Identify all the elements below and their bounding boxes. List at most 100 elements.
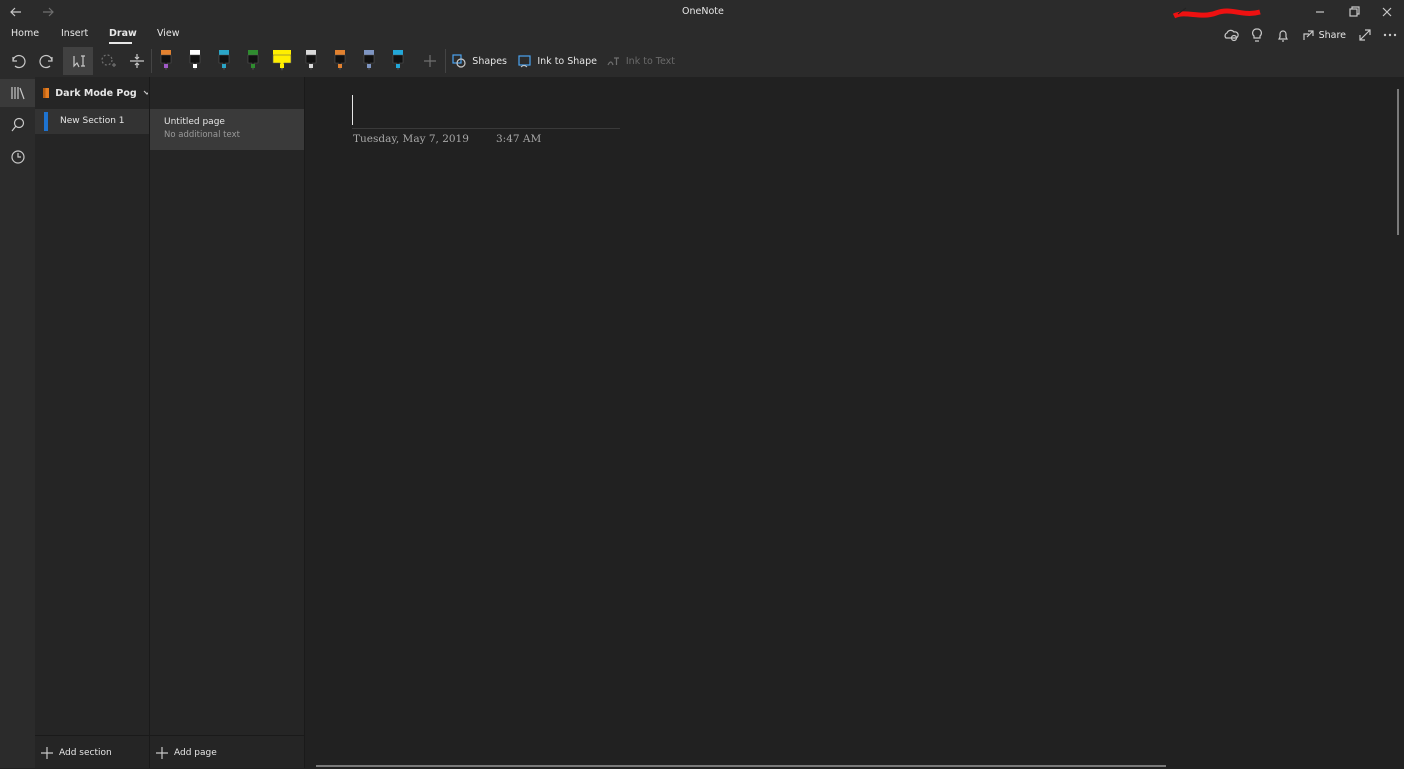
note-canvas[interactable]: Tuesday, May 7, 2019 3:47 AM — [305, 77, 1404, 768]
text-select-cursor-icon — [73, 55, 85, 68]
pen-icon — [247, 50, 259, 71]
restore-icon — [1349, 6, 1360, 17]
ink-to-shape-icon — [518, 55, 531, 68]
pen-white-button[interactable] — [183, 48, 207, 74]
toolbar-divider — [445, 49, 446, 73]
pen-green-button[interactable] — [241, 48, 265, 74]
ink-to-text-icon — [607, 57, 619, 66]
add-page-label: Add page — [174, 747, 217, 758]
sections-pane: Dark Mode Pog New Section 1 Add section — [35, 77, 150, 768]
section-label: New Section 1 — [60, 116, 125, 126]
ink-to-text-button[interactable]: Ink to Text — [605, 49, 675, 73]
fullscreen-button[interactable] — [1356, 26, 1374, 44]
back-arrow-icon — [10, 7, 21, 17]
draw-toolbar: Shapes Ink to Shape Ink to Text — [0, 46, 1404, 78]
tab-insert[interactable]: Insert — [61, 28, 88, 39]
minimize-button[interactable] — [1308, 2, 1332, 22]
notebook-name: Dark Mode Pog — [55, 87, 137, 99]
bell-icon — [1278, 30, 1288, 42]
lightbulb-icon — [1252, 28, 1262, 42]
ink-to-text-label: Ink to Text — [625, 55, 675, 67]
undo-button[interactable] — [7, 49, 29, 73]
account-name-redacted[interactable] — [1172, 6, 1262, 19]
pen-icon — [334, 50, 346, 71]
page-time: 3:47 AM — [496, 133, 542, 145]
plus-icon — [156, 746, 168, 759]
plus-icon — [41, 746, 53, 759]
add-section-button[interactable]: Add section — [35, 735, 149, 769]
share-icon — [1303, 30, 1314, 40]
pen-steel-blue-button[interactable] — [357, 48, 381, 74]
ink-to-shape-label: Ink to Shape — [537, 55, 597, 67]
active-tab-indicator — [109, 42, 132, 44]
pen-icon — [189, 50, 201, 71]
chevron-down-icon — [143, 90, 148, 95]
pen-silver-button[interactable] — [299, 48, 323, 74]
shapes-button[interactable]: Shapes — [451, 49, 507, 73]
insert-space-icon — [130, 54, 144, 68]
ribbon-tab-bar: Home Insert Draw View Share — [0, 24, 1404, 46]
window-title: OneNote — [682, 6, 724, 17]
page-preview-text: No additional text — [164, 130, 240, 140]
search-icon — [11, 117, 24, 132]
toolbar-divider — [151, 49, 152, 73]
horizontal-scrollbar[interactable] — [316, 765, 1166, 767]
expand-icon — [1359, 29, 1371, 41]
page-date: Tuesday, May 7, 2019 — [353, 133, 469, 145]
restore-button[interactable] — [1342, 2, 1366, 22]
add-pen-button[interactable] — [419, 49, 441, 73]
redo-icon — [39, 54, 53, 69]
title-bar: OneNote — [0, 0, 1404, 24]
close-button[interactable] — [1375, 2, 1399, 22]
pen-gallery — [154, 46, 414, 77]
pen-icon — [272, 50, 292, 72]
add-page-button[interactable]: Add page — [150, 735, 304, 769]
pen-teal-button[interactable] — [212, 48, 236, 74]
lasso-icon — [101, 54, 116, 67]
page-list-item[interactable]: Untitled page No additional text — [150, 109, 304, 150]
search-button[interactable] — [0, 113, 35, 137]
highlighter-yellow-button[interactable] — [270, 48, 294, 74]
ink-to-shape-button[interactable]: Ink to Shape — [517, 49, 597, 73]
ellipsis-icon — [1383, 33, 1397, 37]
forward-button[interactable] — [38, 4, 58, 20]
redaction-scribble — [1172, 7, 1261, 19]
notebooks-button[interactable] — [0, 79, 35, 107]
notifications-button[interactable] — [1274, 26, 1292, 44]
type-select-tool[interactable] — [63, 47, 93, 75]
add-remove-space-tool[interactable] — [125, 49, 149, 73]
lasso-select-tool[interactable] — [96, 49, 120, 73]
tab-view[interactable]: View — [157, 28, 180, 39]
notebook-picker[interactable]: Dark Mode Pog — [42, 85, 148, 101]
pen-orange-button[interactable] — [328, 48, 352, 74]
tab-home[interactable]: Home — [11, 28, 39, 39]
notebook-icon — [43, 88, 50, 98]
tab-draw[interactable]: Draw — [109, 28, 137, 39]
clock-icon — [10, 150, 25, 164]
section-item[interactable]: New Section 1 — [35, 109, 149, 134]
section-color-tab — [44, 112, 48, 131]
redo-button[interactable] — [36, 49, 58, 73]
pen-icon — [160, 50, 172, 71]
forward-arrow-icon — [43, 7, 54, 17]
undo-icon — [12, 54, 26, 69]
plus-icon — [424, 55, 436, 67]
more-options-button[interactable] — [1381, 26, 1399, 44]
tell-me-button[interactable] — [1248, 26, 1266, 44]
pen-icon — [363, 50, 375, 71]
recent-notes-button[interactable] — [0, 145, 35, 169]
pen-icon — [305, 50, 317, 71]
text-cursor — [352, 95, 353, 125]
pen-orange-purple-button[interactable] — [154, 48, 178, 74]
notebooks-library-icon — [10, 87, 25, 100]
pen-cyan-button[interactable] — [386, 48, 410, 74]
page-title-input[interactable] — [352, 95, 620, 129]
vertical-scrollbar[interactable] — [1397, 89, 1399, 235]
share-button[interactable]: Share — [1302, 26, 1346, 44]
sync-status-button[interactable] — [1222, 26, 1240, 44]
cloud-sync-icon — [1224, 29, 1239, 42]
shapes-icon — [452, 54, 466, 68]
back-button[interactable] — [6, 4, 26, 20]
pages-pane: Untitled page No additional text Add pag… — [150, 77, 305, 768]
pen-icon — [218, 50, 230, 71]
